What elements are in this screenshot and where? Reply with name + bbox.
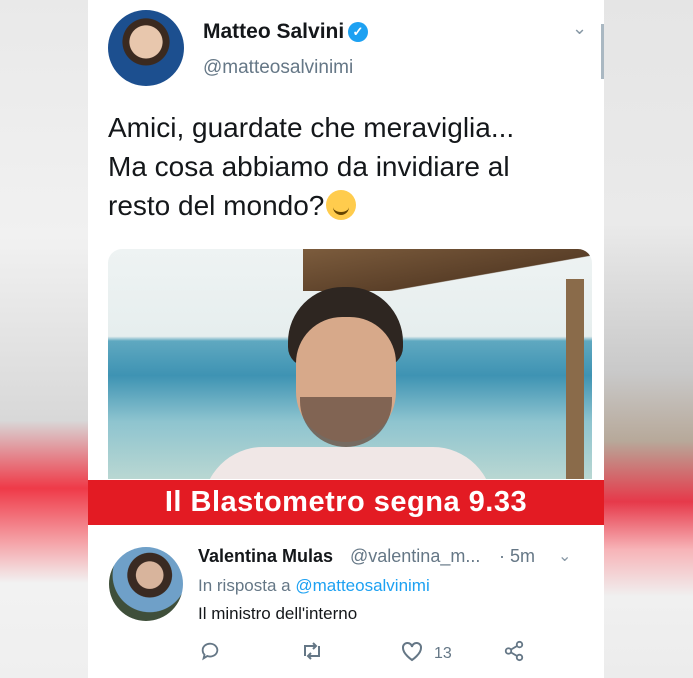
tweet-text-line: resto del mondo?	[108, 186, 578, 225]
tweet-text-line: Ma cosa abbiamo da invidiare al	[108, 151, 510, 182]
reply-chevron-down-icon[interactable]: ⌄	[558, 546, 571, 566]
tweet-media-video[interactable]	[108, 249, 592, 479]
in-reply-to: In risposta a @matteosalvinimi	[198, 576, 430, 596]
author-avatar[interactable]	[108, 10, 184, 86]
tweet-text: Amici, guardate che meraviglia... Ma cos…	[108, 108, 578, 225]
reply-icon[interactable]	[199, 640, 221, 668]
wooden-post	[566, 279, 584, 479]
like-count: 13	[434, 645, 452, 662]
verified-badge-icon: ✓	[348, 22, 368, 42]
like-heart-icon[interactable]	[400, 640, 424, 668]
blurred-background-left	[0, 0, 88, 678]
reply-author-avatar[interactable]	[109, 547, 183, 621]
person-selfie	[203, 287, 493, 479]
reply-text: Il ministro dell'interno	[198, 604, 358, 623]
reply-action-bar	[88, 640, 604, 670]
tweet-card: Matteo Salvini ✓ @matteosalvinimi ⌄ Amic…	[88, 0, 604, 678]
reply-author-name[interactable]: Valentina Mulas	[198, 546, 333, 567]
smiling-face-emoji-icon	[326, 190, 357, 220]
in-reply-mention-link[interactable]: @matteosalvinimi	[295, 576, 429, 595]
roof-beam	[303, 249, 592, 291]
chevron-down-icon[interactable]: ⌄	[572, 18, 587, 39]
reply-author-handle[interactable]: @valentina_m...	[350, 546, 480, 567]
share-icon[interactable]	[503, 640, 525, 668]
tweet-text-line-end: resto del mondo?	[108, 190, 325, 221]
reply-timestamp: · 5m	[499, 546, 535, 566]
blurred-background-right	[604, 0, 693, 678]
author-handle[interactable]: @matteosalvinimi	[203, 57, 353, 79]
author-name[interactable]: Matteo Salvini	[203, 20, 344, 44]
tweet-text-line: Amici, guardate che meraviglia...	[108, 112, 515, 143]
blastometro-banner: Il Blastometro segna 9.33	[88, 480, 604, 525]
in-reply-label: In risposta a	[198, 576, 291, 595]
retweet-icon[interactable]	[300, 640, 324, 668]
scrollbar[interactable]	[601, 24, 604, 79]
